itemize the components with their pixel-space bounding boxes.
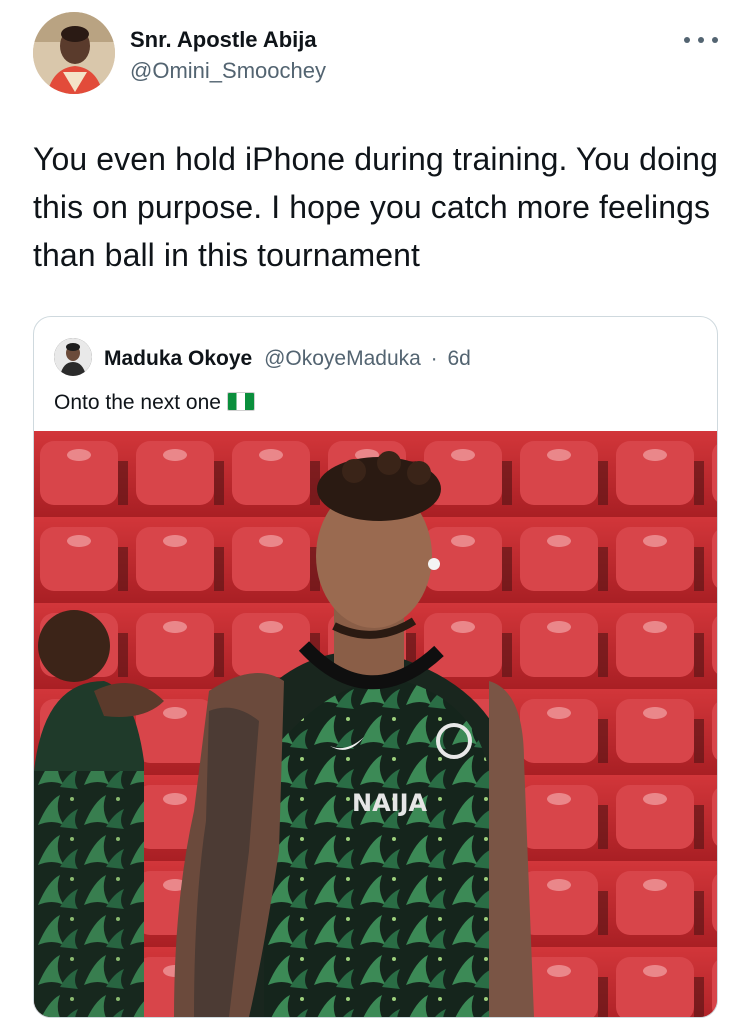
quoted-avatar-image — [54, 338, 92, 376]
jersey-text: NAIJA — [352, 789, 428, 817]
quoted-author-avatar[interactable] — [54, 338, 92, 376]
quoted-media-photo[interactable]: NAIJA — [34, 431, 717, 1017]
author-handle[interactable]: @Omini_Smoochey — [130, 58, 326, 84]
separator-dot: · — [430, 347, 438, 370]
quoted-handle[interactable]: @OkoyeMaduka — [264, 347, 421, 370]
quoted-text-line: Onto the next one — [54, 391, 255, 415]
photo-scene: NAIJA — [34, 431, 717, 1017]
quoted-text: Onto the next one — [54, 391, 221, 414]
author-display-name[interactable]: Snr. Apostle Abija — [130, 27, 317, 53]
nigeria-flag-icon — [226, 392, 255, 411]
dot — [712, 37, 718, 43]
quoted-display-name[interactable]: Maduka Okoye — [104, 347, 252, 370]
author-avatar[interactable] — [33, 12, 115, 94]
more-horizontal-icon[interactable] — [684, 30, 718, 50]
quoted-tweet[interactable]: Maduka Okoye @OkoyeMaduka · 6d Onto the … — [33, 316, 718, 1018]
tweet-text: You even hold iPhone during training. Yo… — [33, 141, 718, 273]
quoted-header: Maduka Okoye @OkoyeMaduka · 6d — [104, 347, 471, 371]
quoted-timestamp[interactable]: 6d — [448, 347, 471, 370]
dot — [684, 37, 690, 43]
tweet-card: Snr. Apostle Abija @Omini_Smoochey You e… — [0, 0, 750, 1018]
avatar-image — [33, 12, 115, 94]
dot — [698, 37, 704, 43]
